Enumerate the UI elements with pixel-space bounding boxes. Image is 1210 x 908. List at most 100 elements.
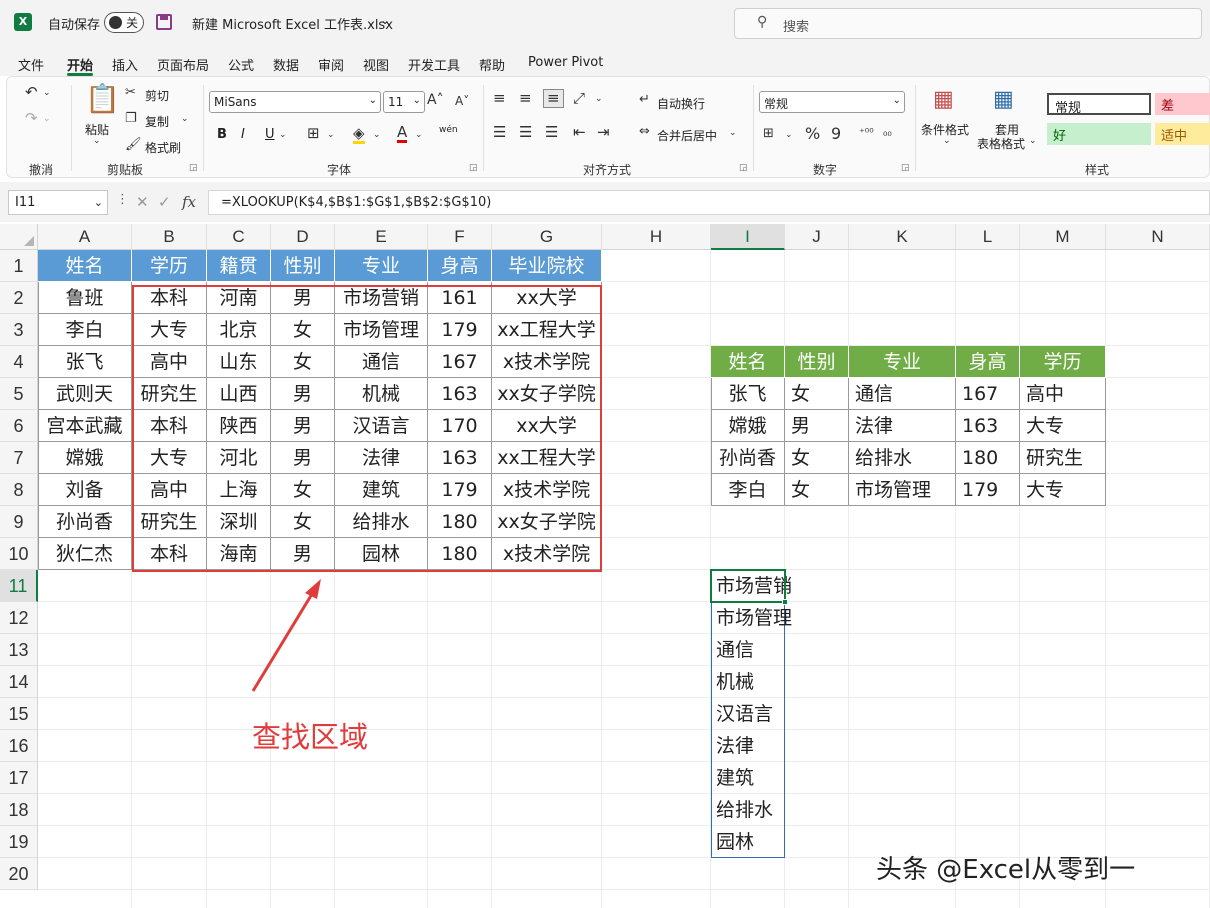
row-header-1[interactable]: 1 bbox=[0, 250, 38, 282]
orientation-icon[interactable]: ⤢ bbox=[573, 91, 585, 106]
table-header-cell[interactable]: 专业 bbox=[335, 250, 428, 282]
more-options-icon[interactable]: ⋮ bbox=[116, 192, 129, 207]
fill-color-icon[interactable]: ◈ bbox=[353, 126, 365, 144]
copy-button[interactable]: 复制 bbox=[145, 113, 169, 130]
formula-input[interactable]: =XLOOKUP(K$4,$B$1:$G$1,$B$2:$G$10) bbox=[208, 190, 1210, 215]
column-header-a[interactable]: A bbox=[38, 224, 132, 250]
chevron-down-icon[interactable]: ⌄ bbox=[43, 89, 51, 98]
row-header-2[interactable]: 2 bbox=[0, 282, 38, 314]
table-header-cell[interactable]: 学历 bbox=[132, 250, 207, 282]
spill-cell[interactable]: 园林 bbox=[716, 826, 754, 858]
chevron-down-icon[interactable]: ⌄ bbox=[1029, 137, 1037, 146]
row-header-17[interactable]: 17 bbox=[0, 762, 38, 794]
table-header-cell[interactable]: 毕业院校 bbox=[492, 250, 602, 282]
align-bottom-icon[interactable]: ≡ bbox=[543, 89, 564, 108]
chevron-down-icon[interactable]: ⌄ bbox=[415, 131, 423, 140]
align-right-icon[interactable]: ☰ bbox=[545, 125, 558, 140]
lookup-cell[interactable]: 180 bbox=[956, 442, 1020, 474]
tab-home[interactable]: 开始 bbox=[67, 55, 93, 74]
spill-cell[interactable]: 建筑 bbox=[716, 762, 754, 794]
column-header-m[interactable]: M bbox=[1020, 224, 1106, 250]
column-header-e[interactable]: E bbox=[335, 224, 428, 250]
launcher-icon[interactable]: ◲ bbox=[469, 163, 478, 173]
tab-data[interactable]: 数据 bbox=[273, 55, 299, 74]
row-header-3[interactable]: 3 bbox=[0, 314, 38, 346]
increase-decimal-icon[interactable]: ⁺⁰⁰ bbox=[859, 127, 874, 138]
lookup-cell[interactable]: 嫦娥 bbox=[711, 410, 785, 442]
table-header-cell[interactable]: 姓名 bbox=[38, 250, 132, 282]
active-cell[interactable] bbox=[710, 569, 788, 605]
row-header-13[interactable]: 13 bbox=[0, 634, 38, 666]
decrease-decimal-icon[interactable]: ₀₀ bbox=[883, 127, 892, 138]
lookup-header-cell[interactable]: 性别 bbox=[785, 346, 849, 378]
row-header-12[interactable]: 12 bbox=[0, 602, 38, 634]
conditional-format-icon[interactable]: ▦ bbox=[933, 89, 954, 111]
column-header-j[interactable]: J bbox=[785, 224, 849, 250]
launcher-icon[interactable]: ◲ bbox=[189, 163, 198, 173]
row-header-9[interactable]: 9 bbox=[0, 506, 38, 538]
chevron-down-icon[interactable]: ⌄ bbox=[943, 137, 951, 146]
chevron-down-icon[interactable]: ⌄ bbox=[380, 13, 390, 27]
lookup-cell[interactable]: 市场管理 bbox=[849, 474, 956, 506]
table-cell[interactable]: 孙尚香 bbox=[38, 506, 132, 538]
column-header-d[interactable]: D bbox=[271, 224, 335, 250]
row-header-16[interactable]: 16 bbox=[0, 730, 38, 762]
column-header-g[interactable]: G bbox=[492, 224, 602, 250]
tab-developer[interactable]: 开发工具 bbox=[408, 55, 460, 74]
align-left-icon[interactable]: ☰ bbox=[493, 125, 506, 140]
enter-icon[interactable]: ✓ bbox=[158, 193, 171, 211]
currency-icon[interactable]: ⊞ bbox=[763, 127, 774, 140]
column-header-k[interactable]: K bbox=[849, 224, 956, 250]
number-format-select[interactable]: 常规 ⌄ bbox=[759, 91, 905, 113]
row-header-15[interactable]: 15 bbox=[0, 698, 38, 730]
row-header-18[interactable]: 18 bbox=[0, 794, 38, 826]
row-header-4[interactable]: 4 bbox=[0, 346, 38, 378]
decrease-indent-icon[interactable]: ⇤ bbox=[573, 125, 586, 140]
increase-font-icon[interactable]: A˄ bbox=[427, 93, 444, 107]
launcher-icon[interactable]: ◲ bbox=[739, 163, 748, 173]
chevron-down-icon[interactable]: ⌄ bbox=[373, 131, 381, 140]
underline-button[interactable]: U bbox=[265, 127, 275, 142]
chevron-down-icon[interactable]: ⌄ bbox=[785, 131, 793, 140]
autosave-toggle[interactable]: 关 bbox=[104, 12, 144, 33]
format-painter-button[interactable]: 格式刷 bbox=[145, 139, 181, 156]
table-cell[interactable]: 张飞 bbox=[38, 346, 132, 378]
font-size-select[interactable]: 11 ⌄ bbox=[383, 91, 425, 113]
chevron-down-icon[interactable]: ⌄ bbox=[729, 129, 737, 138]
font-color-icon[interactable]: A bbox=[397, 125, 408, 143]
format-painter-icon[interactable]: 🖌 bbox=[125, 138, 142, 151]
redo-icon[interactable]: ↷ bbox=[25, 111, 38, 126]
row-header-7[interactable]: 7 bbox=[0, 442, 38, 474]
lookup-cell[interactable]: 通信 bbox=[849, 378, 956, 410]
table-header-cell[interactable]: 性别 bbox=[271, 250, 335, 282]
lookup-cell[interactable]: 179 bbox=[956, 474, 1020, 506]
font-name-select[interactable]: MiSans ⌄ bbox=[209, 91, 381, 113]
align-middle-icon[interactable]: ≡ bbox=[519, 91, 532, 106]
row-header-6[interactable]: 6 bbox=[0, 410, 38, 442]
undo-icon[interactable]: ↶ bbox=[25, 85, 38, 100]
fill-handle[interactable] bbox=[782, 599, 788, 605]
table-cell[interactable]: 武则天 bbox=[38, 378, 132, 410]
border-icon[interactable]: ⊞ bbox=[307, 126, 320, 141]
table-cell[interactable]: 嫦娥 bbox=[38, 442, 132, 474]
lookup-cell[interactable]: 167 bbox=[956, 378, 1020, 410]
lookup-cell[interactable]: 男 bbox=[785, 410, 849, 442]
column-header-f[interactable]: F bbox=[428, 224, 492, 250]
chevron-down-icon[interactable]: ⌄ bbox=[181, 115, 189, 124]
wrap-text-icon[interactable]: ↵ bbox=[639, 93, 650, 106]
align-top-icon[interactable]: ≡ bbox=[493, 91, 506, 106]
table-format-button-line2[interactable]: 表格格式 bbox=[977, 135, 1025, 152]
tab-formulas[interactable]: 公式 bbox=[228, 55, 254, 74]
lookup-cell[interactable]: 法律 bbox=[849, 410, 956, 442]
tab-view[interactable]: 视图 bbox=[363, 55, 389, 74]
column-header-c[interactable]: C bbox=[207, 224, 271, 250]
italic-button[interactable]: I bbox=[241, 127, 245, 142]
merge-center-button[interactable]: 合并后居中 bbox=[657, 127, 717, 144]
column-header-h[interactable]: H bbox=[602, 224, 711, 250]
table-cell[interactable]: 鲁班 bbox=[38, 282, 132, 314]
lookup-cell[interactable]: 研究生 bbox=[1020, 442, 1106, 474]
lookup-cell[interactable]: 女 bbox=[785, 442, 849, 474]
table-format-icon[interactable]: ▦ bbox=[993, 89, 1014, 111]
spill-cell[interactable]: 市场管理 bbox=[716, 602, 792, 634]
paste-icon[interactable]: 📋 bbox=[85, 85, 120, 113]
